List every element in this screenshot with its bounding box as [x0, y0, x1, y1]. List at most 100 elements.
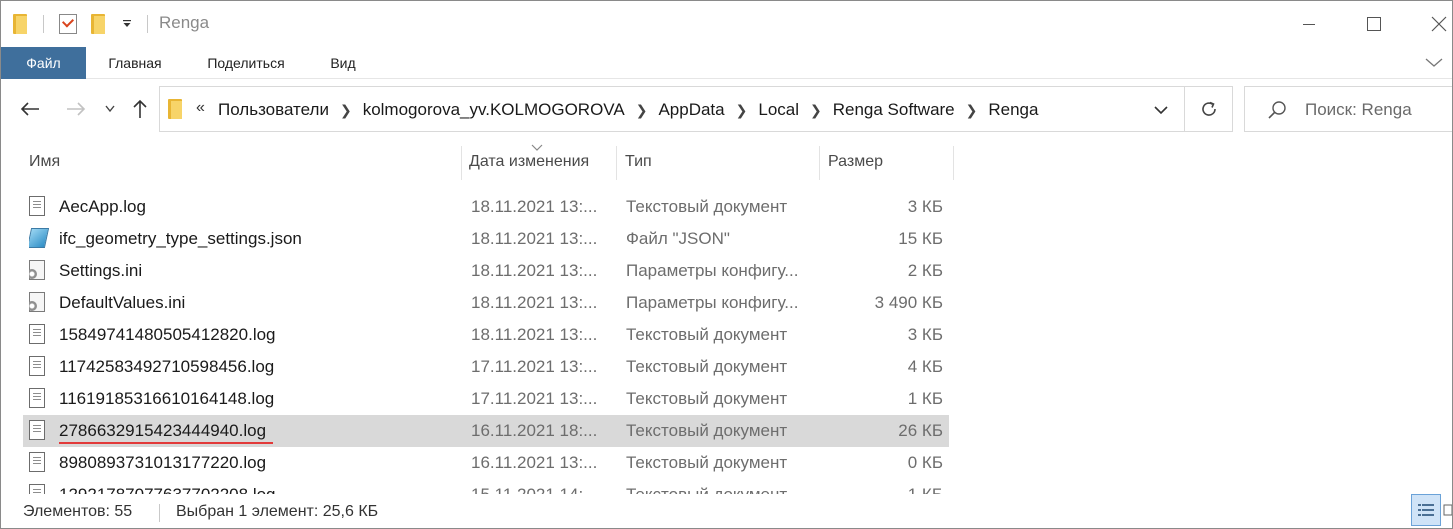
tiles-view-icon	[1443, 504, 1452, 516]
file-name: DefaultValues.ini	[59, 293, 186, 312]
file-date: 18.11.2021 13:...	[471, 293, 598, 312]
file-size: 15 КБ	[898, 229, 943, 248]
file-row[interactable]: 15849741480505412820.log 18.11.2021 13:.…	[23, 319, 949, 351]
breadcrumb-item-renga-software[interactable]: Renga Software	[833, 100, 955, 120]
file-type: Текстовый документ	[626, 357, 788, 376]
tab-view[interactable]: Вид	[315, 47, 371, 79]
up-button[interactable]	[125, 94, 155, 124]
search-icon	[1267, 100, 1287, 125]
arrow-right-icon	[67, 102, 86, 116]
tab-share[interactable]: Поделиться	[187, 47, 305, 79]
expand-ribbon-button[interactable]	[1419, 47, 1449, 79]
file-row[interactable]: ifc_geometry_type_settings.json 18.11.20…	[23, 223, 949, 255]
text-document-icon	[29, 356, 49, 378]
status-divider	[159, 504, 160, 522]
breadcrumb-item-user[interactable]: kolmogorova_yv.KOLMOGOROVA	[363, 100, 625, 120]
address-history-dropdown[interactable]	[1150, 99, 1172, 121]
file-type: Параметры конфигу...	[626, 261, 799, 280]
file-list: Имя Дата изменения Тип Размер AecApp.log…	[1, 138, 1452, 494]
back-button[interactable]	[15, 94, 45, 124]
address-overflow-button[interactable]: «	[196, 99, 205, 117]
maximize-button[interactable]	[1346, 1, 1402, 47]
file-row[interactable]: DefaultValues.ini 18.11.2021 13:... Пара…	[23, 287, 949, 319]
close-icon	[1431, 16, 1447, 32]
breadcrumb-item-appdata[interactable]: AppData	[658, 100, 724, 120]
tab-home[interactable]: Главная	[93, 47, 177, 79]
text-document-icon	[29, 196, 49, 218]
file-date: 17.11.2021 13:...	[471, 357, 598, 376]
file-type: Параметры конфигу...	[626, 293, 799, 312]
file-row-selected[interactable]: 2786632915423444940.log 16.11.2021 18:..…	[23, 415, 949, 447]
close-button[interactable]	[1411, 1, 1452, 47]
toolbar-divider	[43, 15, 44, 33]
minimize-icon	[1303, 24, 1315, 25]
file-row[interactable]: AecApp.log 18.11.2021 13:... Текстовый д…	[23, 191, 949, 223]
config-file-icon	[29, 292, 49, 314]
chevron-right-icon[interactable]: ❯	[736, 102, 748, 119]
arrow-left-icon	[20, 102, 39, 116]
chevron-right-icon[interactable]: ❯	[810, 102, 822, 119]
chevron-right-icon[interactable]: ❯	[340, 102, 352, 119]
file-type: Текстовый документ	[626, 479, 821, 494]
config-file-icon	[29, 260, 49, 282]
column-header-type[interactable]: Тип	[619, 146, 817, 180]
file-date: 16.11.2021 18:...	[471, 421, 598, 440]
file-type: Текстовый документ	[626, 325, 788, 344]
chevron-down-icon	[1154, 105, 1168, 114]
json-file-icon	[29, 228, 49, 250]
column-divider[interactable]	[819, 146, 820, 180]
minimize-button[interactable]	[1281, 1, 1337, 47]
column-header-date[interactable]: Дата изменения	[463, 146, 615, 180]
details-view-icon	[1418, 504, 1434, 516]
breadcrumb: Пользователи ❯ kolmogorova_yv.KOLMOGOROV…	[218, 99, 1038, 121]
text-document-icon	[29, 420, 49, 442]
file-date: 18.11.2021 13:...	[471, 197, 598, 216]
file-row[interactable]: Settings.ini 18.11.2021 13:... Параметры…	[23, 255, 949, 287]
file-row[interactable]: 8980893731013177220.log 16.11.2021 13:..…	[23, 447, 949, 479]
column-divider[interactable]	[461, 146, 462, 180]
toolbar-divider	[147, 15, 148, 33]
search-input[interactable]	[1305, 98, 1452, 122]
column-divider[interactable]	[616, 146, 617, 180]
tab-file[interactable]: Файл	[1, 47, 86, 79]
window-title: Renga	[159, 13, 210, 32]
text-document-icon	[29, 324, 49, 346]
file-name: 11619185316610164148.log	[59, 389, 275, 408]
arrow-up-icon	[133, 99, 147, 118]
chevron-right-icon[interactable]: ❯	[636, 102, 648, 119]
forward-button[interactable]	[61, 94, 91, 124]
chevron-down-icon	[1425, 58, 1443, 67]
item-count: Элементов: 55	[23, 503, 133, 520]
file-size: 3 КБ	[907, 197, 943, 216]
file-type: Файл "JSON"	[626, 229, 730, 248]
column-divider[interactable]	[953, 146, 954, 180]
chevron-right-icon[interactable]: ❯	[966, 102, 978, 119]
file-type: Текстовый документ	[626, 453, 788, 472]
recent-locations-button[interactable]	[97, 94, 123, 124]
column-header-name[interactable]: Имя	[23, 146, 461, 180]
breadcrumb-item-local[interactable]: Local	[758, 100, 799, 120]
properties-icon[interactable]	[59, 11, 77, 37]
file-name: 15849741480505412820.log	[59, 325, 276, 344]
new-folder-icon[interactable]	[91, 11, 105, 37]
details-view-button[interactable]	[1411, 494, 1441, 526]
customize-quick-access-dropdown[interactable]	[121, 11, 133, 37]
breadcrumb-item-users[interactable]: Пользователи	[218, 100, 329, 120]
address-bar[interactable]: « Пользователи ❯ kolmogorova_yv.KOLMOGOR…	[159, 86, 1185, 132]
breadcrumb-item-renga[interactable]: Renga	[988, 100, 1038, 120]
file-date: 18.11.2021 13:...	[471, 261, 598, 280]
navigation-bar: « Пользователи ❯ kolmogorova_yv.KOLMOGOR…	[1, 80, 1452, 138]
file-name: 11742583492710598456.log	[59, 357, 275, 376]
file-row[interactable]: 12921787077637702208.log 15.11.2021 14:.…	[23, 479, 949, 494]
folder-icon[interactable]	[13, 11, 27, 37]
refresh-button[interactable]	[1185, 86, 1233, 132]
file-row[interactable]: 11619185316610164148.log 17.11.2021 13:.…	[23, 383, 949, 415]
large-icons-view-button[interactable]	[1441, 494, 1452, 526]
maximize-icon	[1367, 17, 1381, 31]
search-box	[1244, 86, 1452, 132]
file-size: 0 КБ	[907, 453, 943, 472]
file-row[interactable]: 11742583492710598456.log 17.11.2021 13:.…	[23, 351, 949, 383]
column-header-size[interactable]: Размер	[822, 146, 954, 180]
file-size: 1 КБ	[907, 389, 943, 408]
file-size: 1 КБ	[823, 479, 943, 494]
